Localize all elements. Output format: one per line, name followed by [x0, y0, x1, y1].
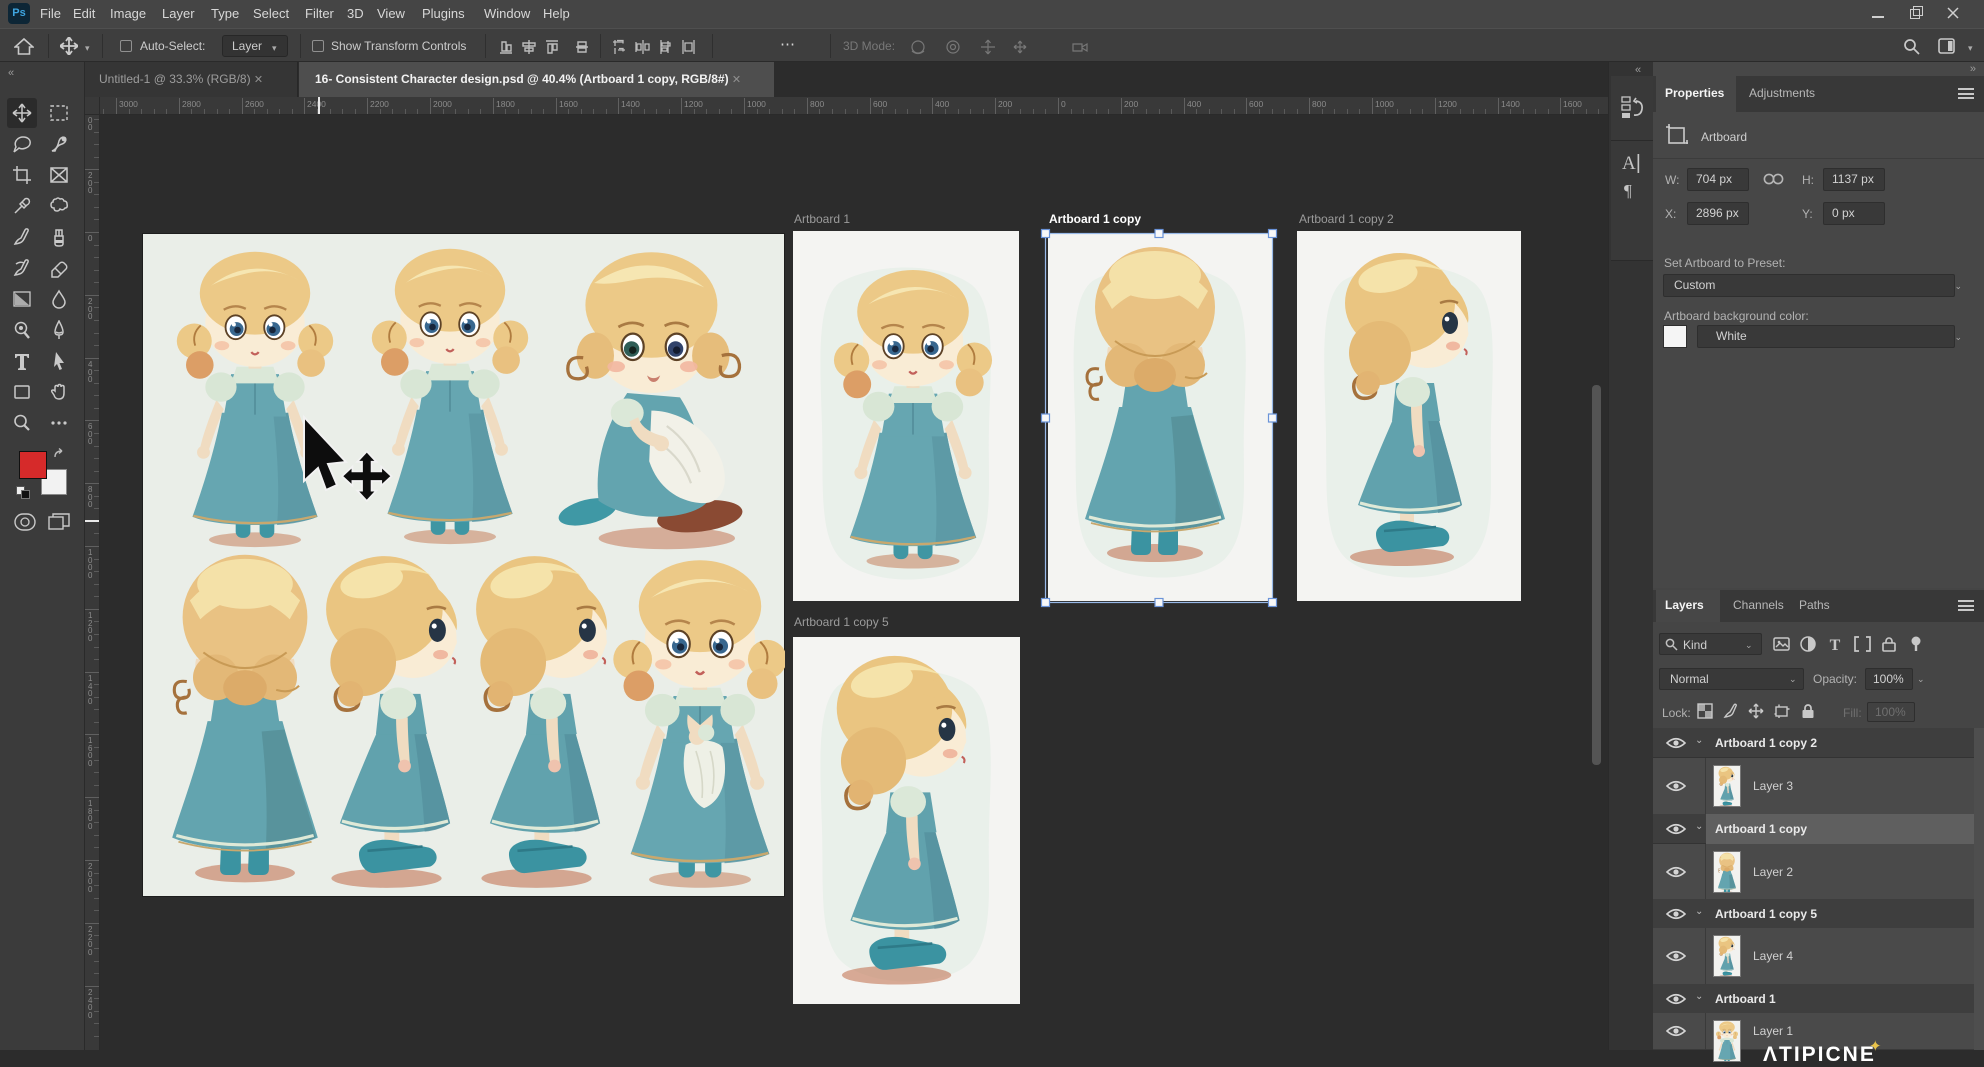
svg-text:T: T	[1830, 637, 1841, 653]
